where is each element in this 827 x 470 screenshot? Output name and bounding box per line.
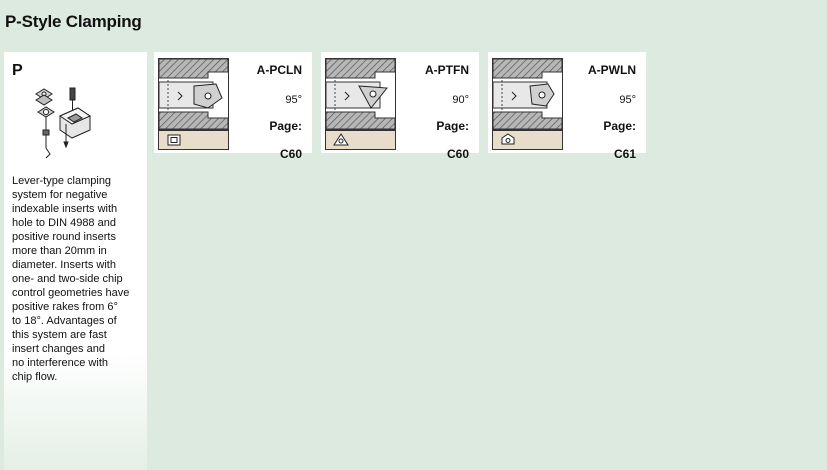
lever-clamp-exploded-illustration [35, 87, 92, 159]
approach-angle: 90° [452, 94, 469, 106]
page-label: Page: [269, 119, 302, 133]
boring-bar-drawing [325, 58, 396, 150]
page-reference-link[interactable]: C60 [280, 147, 302, 161]
square-insert-icon [167, 134, 181, 146]
tool-card[interactable]: A-PTFN 90° Page: C60 [321, 52, 479, 161]
page-reference-link[interactable]: C60 [447, 147, 469, 161]
page-reference-link[interactable]: C61 [614, 147, 636, 161]
page-title: P-Style Clamping [5, 12, 142, 31]
approach-angle: 95° [285, 94, 302, 106]
tool-code[interactable]: A-PTFN [425, 63, 469, 77]
system-description: Lever-type clamping system for negative … [12, 175, 130, 383]
tool-code[interactable]: A-PWLN [588, 63, 636, 77]
tool-code[interactable]: A-PCLN [257, 63, 302, 77]
clamping-system-panel: P Lever-type clamping system for negativ… [4, 52, 147, 470]
boring-bar-drawing [492, 58, 563, 150]
tool-card[interactable]: A-PCLN 95° Page: C60 [154, 52, 312, 161]
boring-bar-drawing [158, 58, 229, 150]
page-label: Page: [436, 119, 469, 133]
tool-card[interactable]: A-PWLN 95° Page: C61 [488, 52, 646, 161]
page-label: Page: [603, 119, 636, 133]
approach-angle: 95° [619, 94, 636, 106]
system-letter: P [12, 62, 23, 79]
